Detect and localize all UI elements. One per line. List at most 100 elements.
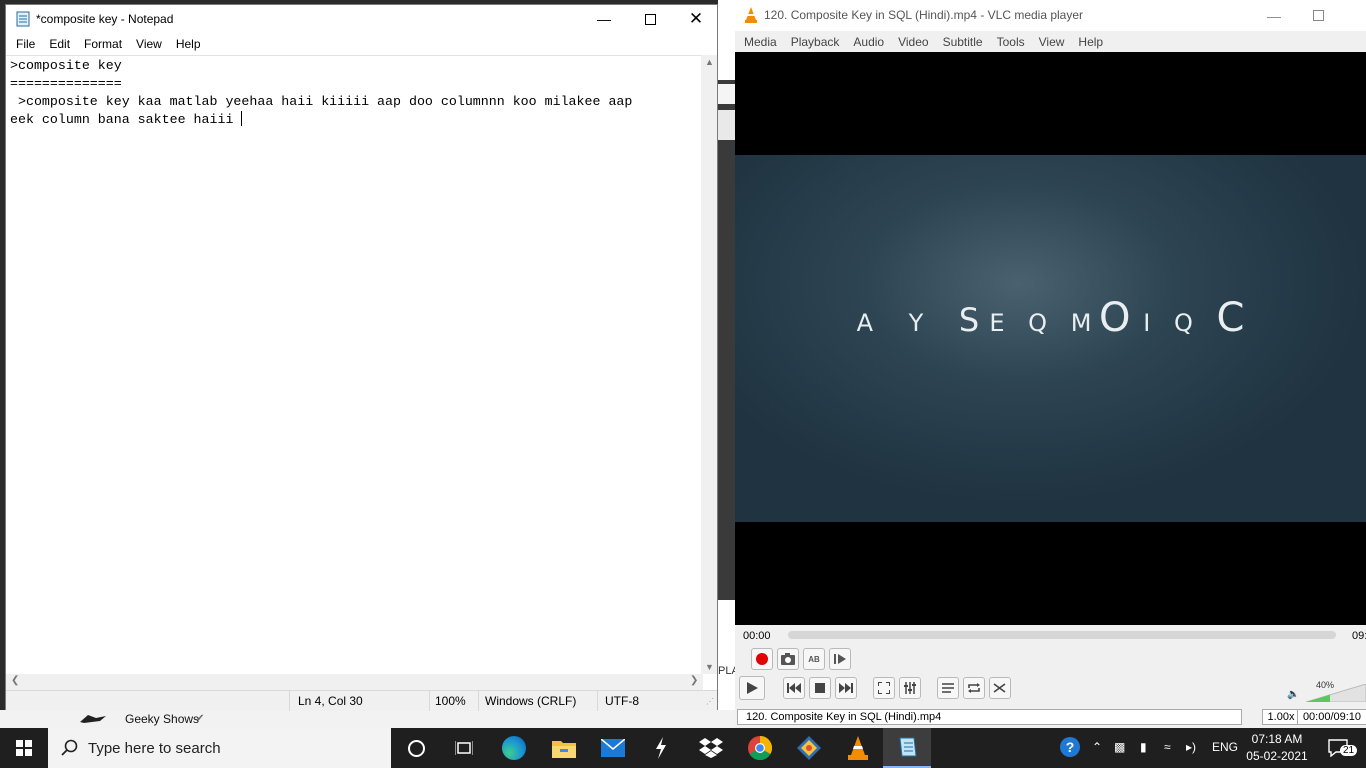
playlist-button[interactable]: [937, 677, 959, 699]
playback-speed[interactable]: 1.00x: [1262, 709, 1300, 725]
maximize-icon: [1312, 10, 1324, 21]
menu-format[interactable]: Format: [77, 37, 129, 51]
text-line: >composite key kaa matlab yeehaa haii ki…: [10, 94, 633, 109]
camera-icon: [781, 653, 795, 665]
fullscreen-icon: [878, 682, 890, 694]
snapshot-button[interactable]: [777, 648, 799, 670]
chevron-up-icon[interactable]: ⌃: [1092, 740, 1102, 754]
zoom-level: 100%: [435, 694, 466, 708]
lightning-icon: [656, 737, 666, 759]
vlc-statusbar: 120. Composite Key in SQL (Hindi).mp4 1.…: [735, 708, 1366, 728]
vlc-menu-video[interactable]: Video: [891, 35, 935, 49]
volume-slider[interactable]: [1306, 684, 1366, 702]
menu-edit[interactable]: Edit: [42, 37, 77, 51]
loop-ab-button[interactable]: AB: [803, 648, 825, 670]
vlc-menu-view[interactable]: View: [1032, 35, 1072, 49]
scroll-right-icon[interactable]: ❯: [690, 675, 698, 686]
vlc-menu-tools[interactable]: Tools: [990, 35, 1032, 49]
menu-file[interactable]: File: [9, 37, 42, 51]
encoding: UTF-8: [605, 694, 639, 708]
help-icon[interactable]: ?: [1060, 737, 1080, 757]
scroll-left-icon[interactable]: ❮: [11, 675, 19, 686]
language-indicator[interactable]: ENG: [1212, 740, 1238, 754]
menu-view[interactable]: View: [129, 37, 169, 51]
video-area[interactable]: A Y S E Q M O I Q C: [735, 52, 1366, 625]
dropbox-taskbar-button[interactable]: [687, 728, 735, 768]
taskbar-search-box[interactable]: Type here to search: [48, 728, 391, 768]
notepad-titlebar[interactable]: *composite key - Notepad — ✕: [6, 5, 717, 33]
time-display[interactable]: 00:00/09:10: [1297, 709, 1366, 725]
vlc-window: 120. Composite Key in SQL (Hindi).mp4 - …: [735, 0, 1366, 728]
stop-button[interactable]: [809, 677, 831, 699]
shuffle-button[interactable]: [989, 677, 1011, 699]
play-button[interactable]: [739, 676, 765, 700]
scroll-down-icon[interactable]: ▼: [705, 662, 714, 672]
verified-icon: ✔: [196, 713, 205, 724]
dropbox-icon: [699, 738, 723, 758]
app-taskbar-button[interactable]: [637, 728, 685, 768]
text-line-with-caret: eek column bana saktee haiii: [10, 111, 699, 129]
vlc-titlebar[interactable]: 120. Composite Key in SQL (Hindi).mp4 - …: [735, 0, 1366, 31]
seek-area: 00:00 09:: [735, 625, 1366, 645]
horizontal-scrollbar[interactable]: ❮ ❯: [6, 674, 703, 690]
previous-button[interactable]: [783, 677, 805, 699]
git-taskbar-button[interactable]: [785, 728, 833, 768]
stop-icon: [815, 683, 825, 693]
maximize-button[interactable]: [627, 5, 673, 33]
vlc-menu-subtitle[interactable]: Subtitle: [936, 35, 990, 49]
git-icon: [797, 736, 821, 760]
next-icon: [839, 683, 853, 693]
resize-grip-icon[interactable]: ⋰: [706, 697, 714, 706]
vlc-menu-playback[interactable]: Playback: [784, 35, 847, 49]
vlc-menu-help[interactable]: Help: [1071, 35, 1110, 49]
file-explorer-taskbar-button[interactable]: [540, 728, 588, 768]
mail-icon: [601, 739, 625, 757]
frame-step-button[interactable]: [829, 648, 851, 670]
speaker-icon[interactable]: 🔈: [1287, 689, 1299, 700]
seek-bar[interactable]: [788, 631, 1336, 639]
meet-now-icon[interactable]: ▩: [1114, 740, 1125, 754]
start-button[interactable]: [0, 728, 48, 768]
loop-button[interactable]: [963, 677, 985, 699]
notepad-text-area[interactable]: >composite key ============== >composite …: [6, 55, 703, 674]
battery-icon[interactable]: ▮: [1140, 740, 1147, 754]
notifications-button[interactable]: 21: [1314, 728, 1362, 768]
text-line: >composite key: [10, 58, 122, 73]
edge-icon: [502, 736, 526, 760]
background-video-info: Geeky Shows ✔ PLA: [0, 665, 739, 728]
vlc-menubar: Media Playback Audio Video Subtitle Tool…: [735, 31, 1366, 52]
search-placeholder: Type here to search: [88, 740, 221, 757]
vertical-scrollbar[interactable]: ▲ ▼: [701, 55, 717, 674]
windows-icon: [16, 740, 32, 756]
equalizer-icon: [904, 682, 916, 694]
vlc-minimize-button[interactable]: —: [1251, 0, 1297, 31]
wifi-icon[interactable]: ≈: [1164, 740, 1171, 754]
notepad-taskbar-button[interactable]: [883, 728, 931, 768]
scroll-up-icon[interactable]: ▲: [705, 57, 714, 67]
elapsed-time: 00:00: [743, 630, 771, 642]
fullscreen-button[interactable]: [873, 677, 895, 699]
vlc-maximize-button[interactable]: [1295, 0, 1341, 31]
background-window-strip: [718, 0, 736, 728]
close-button[interactable]: ✕: [673, 5, 719, 33]
vlc-menu-media[interactable]: Media: [737, 35, 784, 49]
volume-icon[interactable]: ▸): [1186, 740, 1196, 754]
record-button[interactable]: [751, 648, 773, 670]
task-view-button[interactable]: [440, 728, 488, 768]
menu-help[interactable]: Help: [169, 37, 208, 51]
extended-settings-button[interactable]: [899, 677, 921, 699]
taskbar-clock[interactable]: 07:18 AM 05-02-2021: [1246, 731, 1308, 765]
cortana-button[interactable]: [392, 728, 440, 768]
next-button[interactable]: [835, 677, 857, 699]
minimize-button[interactable]: —: [581, 5, 627, 33]
close-icon: ✕: [688, 9, 704, 28]
chrome-taskbar-button[interactable]: [736, 728, 784, 768]
vlc-taskbar-button[interactable]: [834, 728, 882, 768]
minimize-icon: —: [1267, 7, 1281, 24]
edge-taskbar-button[interactable]: [490, 728, 538, 768]
vlc-menu-audio[interactable]: Audio: [846, 35, 891, 49]
mail-taskbar-button[interactable]: [589, 728, 637, 768]
channel-name[interactable]: Geeky Shows: [125, 712, 199, 726]
notepad-app-icon: [16, 11, 30, 27]
frame-step-icon: [834, 654, 846, 664]
